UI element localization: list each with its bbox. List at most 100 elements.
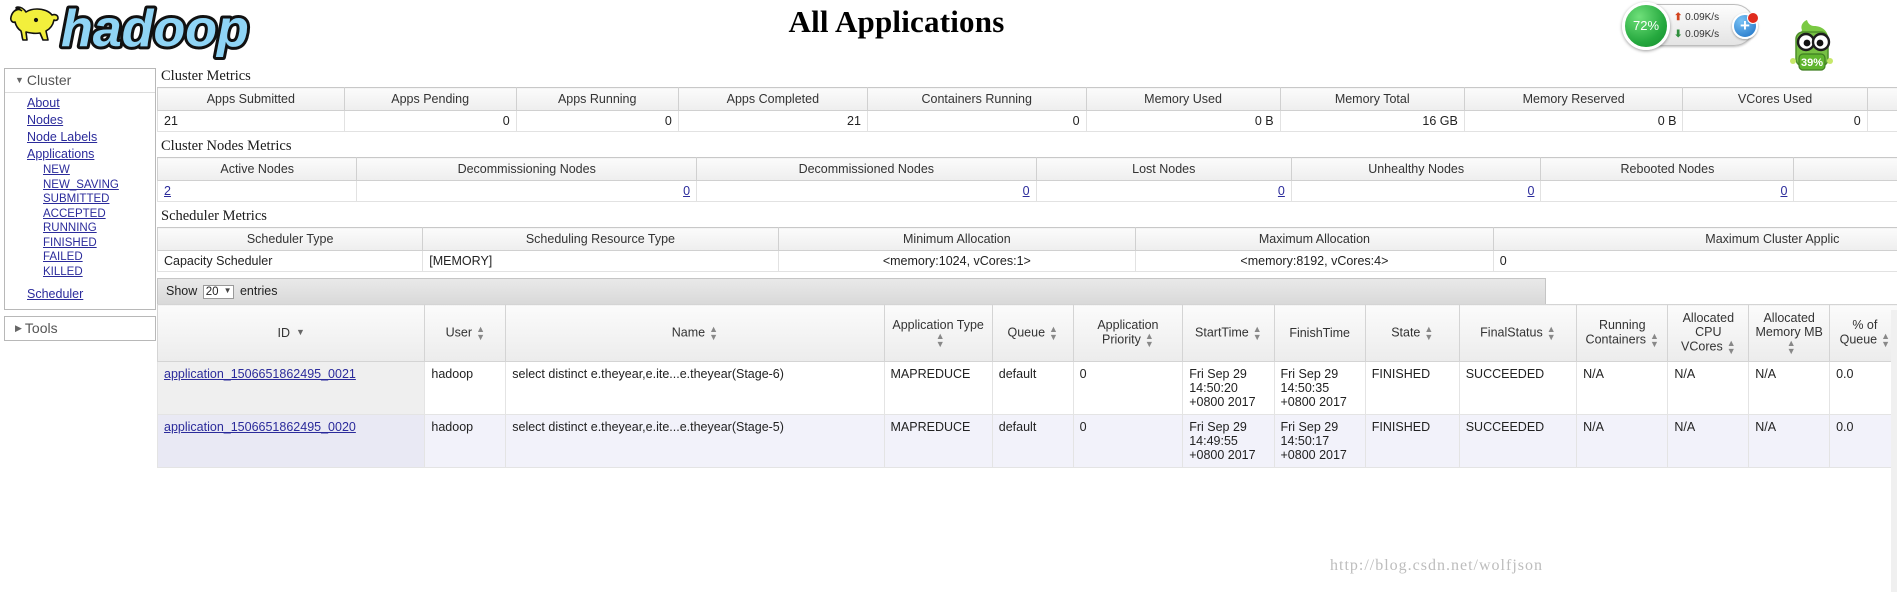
val-apps-running: 0 [515, 110, 679, 132]
sidebar-item-new-saving[interactable]: NEW_SAVING [5, 178, 155, 193]
col-application-type[interactable]: Application Type ▲ ▼ [883, 304, 993, 362]
sidebar-item-new[interactable]: NEW [5, 163, 155, 178]
col-pct-of-queue[interactable]: % of Queue ▲ ▼ [1829, 304, 1897, 362]
network-speed-widget[interactable]: 72% ⬆ 0.09K/s ⬇ 0.09K/s + [1622, 2, 1759, 50]
decommissioned-nodes-link[interactable]: 0 [1023, 184, 1030, 198]
scheduler-metrics-table: Scheduler Type Scheduling Resource Type … [156, 227, 1897, 272]
col-lost-nodes: Lost Nodes [1035, 157, 1292, 181]
yarn-resourcemanager-page: hadoop hadoop All Applications 72% ⬆ 0.0… [0, 0, 1897, 592]
val-vcores-total: 16 [1866, 110, 1897, 132]
col-unhealthy-nodes: Unhealthy Nodes [1290, 157, 1542, 181]
val-unhealthy-nodes: 0 [1290, 180, 1542, 202]
sort-icon: ▲ ▼ [1049, 324, 1058, 342]
cell-running-containers: N/A [1576, 361, 1669, 415]
col-final-status[interactable]: FinalStatus ▲ ▼ [1458, 304, 1578, 362]
cell-start-time: Fri Sep 29 14:50:20 +0800 2017 [1182, 361, 1275, 415]
sidebar-item-failed[interactable]: FAILED [5, 250, 155, 265]
cell-id: application_1506651862495_0020 [156, 414, 426, 468]
sort-icon: ▲ ▼ [1881, 331, 1891, 349]
col-finish-time[interactable]: FinishTime [1273, 304, 1366, 362]
table-header-row: Scheduler Type Scheduling Resource Type … [156, 227, 1897, 251]
sidebar-item-running[interactable]: RUNNING [5, 221, 155, 236]
sidebar-item-scheduler[interactable]: Scheduler [5, 286, 155, 303]
col-running-containers[interactable]: Running Containers ▲ ▼ [1576, 304, 1669, 362]
sidebar-item-node-labels[interactable]: Node Labels [5, 129, 155, 146]
cell-user: hadoop [424, 414, 507, 468]
lost-nodes-link[interactable]: 0 [1278, 184, 1285, 198]
sidebar-item-finished[interactable]: FINISHED [5, 236, 155, 251]
cell-final-status: SUCCEEDED [1458, 414, 1578, 468]
cell-name: select distinct e.theyear,e.ite...e.they… [505, 361, 885, 415]
sidebar-section-cluster[interactable]: ▼ Cluster [5, 69, 155, 93]
unhealthy-nodes-link[interactable]: 0 [1527, 184, 1534, 198]
sidebar-item-applications[interactable]: Applications [5, 146, 155, 163]
val-apps-submitted: 21 [157, 110, 345, 132]
col-maximum-allocation: Maximum Allocation [1135, 227, 1494, 251]
val-apps-pending: 0 [343, 110, 517, 132]
col-memory-used: Memory Used [1085, 87, 1281, 111]
download-arrow-icon: ⬇ [1674, 29, 1683, 40]
page-title: All Applications [788, 4, 1005, 39]
cell-name: select distinct e.theyear,e.ite...e.they… [505, 414, 885, 468]
table-row: Capacity Scheduler [MEMORY] <memory:1024… [156, 250, 1897, 272]
cell-running-containers: N/A [1576, 414, 1669, 468]
sidebar-section-tools[interactable]: ▶ Tools [4, 316, 156, 341]
col-state[interactable]: State ▲ ▼ [1364, 304, 1460, 362]
table-row: application_1506651862495_0021 hadoop se… [156, 361, 1897, 415]
decommissioning-nodes-link[interactable]: 0 [683, 184, 690, 198]
application-id-link[interactable]: application_1506651862495_0020 [164, 420, 356, 434]
application-id-link[interactable]: application_1506651862495_0021 [164, 367, 356, 381]
table-header-row: ID ▼ User ▲ ▼ Name ▲ ▼ Application Type ▲ ▼ Que… [156, 304, 1897, 362]
sidebar-item-nodes[interactable]: Nodes [5, 112, 155, 129]
page-size-select[interactable]: 20 ▼ [202, 285, 235, 299]
show-label: Show [166, 284, 198, 298]
col-allocated-cpu-vcores[interactable]: Allocated CPU VCores ▲ ▼ [1667, 304, 1750, 362]
rebooted-nodes-link[interactable]: 0 [1780, 184, 1787, 198]
val-memory-used: 0 B [1085, 110, 1281, 132]
table-row: application_1506651862495_0020 hadoop se… [156, 414, 1897, 468]
applications-table: ID ▼ User ▲ ▼ Name ▲ ▼ Application Type ▲ ▼ Que… [156, 304, 1897, 468]
sidebar: ▼ Cluster About Nodes Node Labels Applica… [4, 68, 156, 341]
col-allocated-memory-mb[interactable]: Allocated Memory MB ▲ ▼ [1748, 304, 1831, 362]
sidebar-item-about[interactable]: About [5, 95, 155, 112]
val-memory-reserved: 0 B [1463, 110, 1684, 132]
col-application-priority[interactable]: Application Priority ▲ ▼ [1072, 304, 1184, 362]
col-start-time[interactable]: StartTime ▲ ▼ [1182, 304, 1275, 362]
sidebar-item-submitted[interactable]: SUBMITTED [5, 192, 155, 207]
cluster-metrics-title: Cluster Metrics [161, 68, 251, 84]
main-content: Cluster Metrics Apps Submitted Apps Pend… [156, 68, 1897, 468]
col-scheduler-type: Scheduler Type [156, 227, 424, 251]
page-header: hadoop hadoop All Applications 72% ⬆ 0.0… [0, 0, 1897, 71]
sort-desc-icon: ▼ [295, 327, 305, 337]
val-containers-running: 0 [866, 110, 1087, 132]
col-name[interactable]: Name ▲ ▼ [505, 304, 885, 362]
scheduler-metrics-section: Scheduler Metrics Scheduler Type Schedul… [156, 208, 1897, 272]
sidebar-item-accepted[interactable]: ACCEPTED [5, 207, 155, 222]
cell-start-time: Fri Sep 29 14:49:55 +0800 2017 [1182, 414, 1275, 468]
sidebar-item-killed[interactable]: KILLED [5, 265, 155, 280]
cell-queue: default [991, 414, 1074, 468]
cell-state: FINISHED [1364, 361, 1460, 415]
caret-down-icon: ▼ [15, 75, 24, 85]
plus-icon[interactable]: + [1732, 12, 1759, 39]
val-vcores-used: 0 [1682, 110, 1868, 132]
col-queue[interactable]: Queue ▲ ▼ [991, 304, 1074, 362]
cell-allocated-cpu-vcores: N/A [1667, 414, 1750, 468]
val-apps-completed: 21 [677, 110, 868, 132]
sort-icon: ▲ ▼ [935, 331, 945, 349]
col-containers-running: Containers Running [866, 87, 1087, 111]
download-rate: 0.09K/s [1685, 29, 1720, 40]
table-header-row: Active Nodes Decommissioning Nodes Decom… [156, 157, 1897, 181]
nodes-metrics-table: Active Nodes Decommissioning Nodes Decom… [156, 157, 1897, 202]
col-scheduling-resource-type: Scheduling Resource Type [422, 227, 779, 251]
col-minimum-allocation: Minimum Allocation [777, 227, 1137, 251]
upload-rate: 0.09K/s [1685, 12, 1720, 23]
col-user[interactable]: User ▲ ▼ [424, 304, 507, 362]
col-id[interactable]: ID ▼ [156, 304, 426, 362]
table-row: 2 0 0 0 0 0 0 [156, 180, 1897, 202]
active-nodes-link[interactable]: 2 [164, 184, 171, 198]
col-rebooted-nodes: Rebooted Nodes [1540, 157, 1795, 181]
cell-pct-of-queue: 0.0 [1829, 361, 1897, 415]
sort-icon: ▲ ▼ [1726, 338, 1736, 356]
page-scrollbar[interactable] [1891, 310, 1897, 592]
